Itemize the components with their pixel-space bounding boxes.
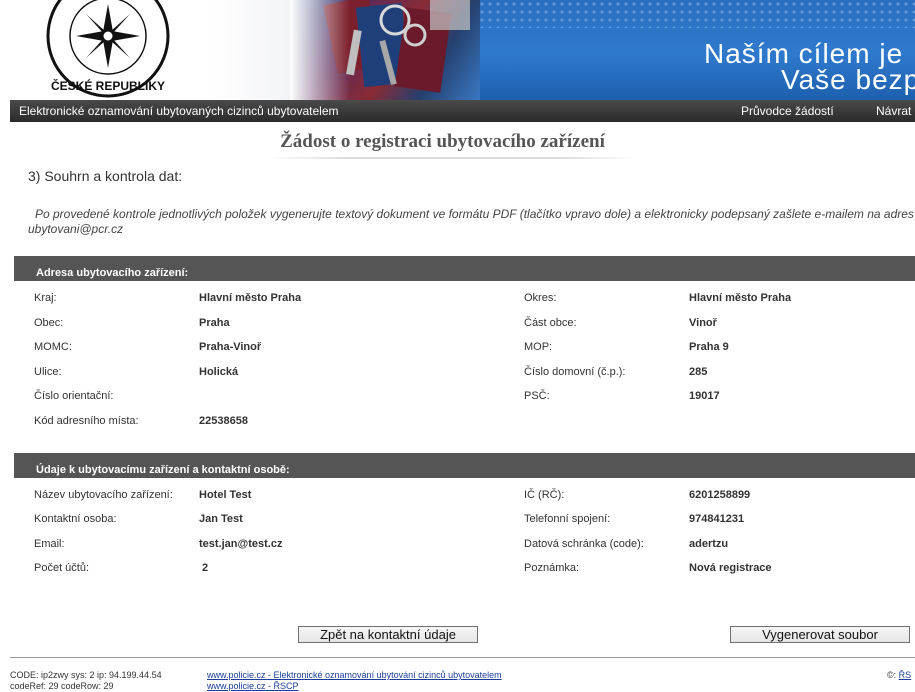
generate-file-button[interactable]: Vygenerovat soubor (730, 626, 910, 643)
footer-divider (10, 657, 915, 658)
field-value-email: test.jan@test.cz (199, 538, 283, 550)
field-label-pocet-uctu: Počet účtů: (34, 562, 90, 574)
field-value-ic: 6201258899 (689, 489, 751, 501)
copyright-prefix: ©: (887, 670, 897, 680)
field-value-kod-adresniho-mista: 22538658 (199, 415, 248, 427)
field-value-ulice: Holická (199, 366, 239, 378)
title-divider (270, 157, 638, 159)
back-to-contact-button[interactable]: Zpět na kontaktní údaje (298, 626, 478, 643)
footer-link-rscp[interactable]: www.policie.cz - ŘSCP (207, 681, 299, 691)
copyright-link[interactable]: ŘS (899, 670, 912, 680)
banner-image-fade (290, 0, 350, 100)
field-label-cast-obce: Část obce: (524, 317, 577, 329)
instructions-line1: Po provedené kontrole jednotlivých polož… (35, 207, 914, 221)
field-label-obec: Obec: (34, 317, 64, 329)
field-label-mop: MOP: (524, 341, 553, 353)
field-value-psc: 19017 (689, 390, 720, 402)
instructions-text: Po provedené kontrole jednotlivých polož… (28, 207, 915, 237)
field-value-cast-obce: Vinoř (689, 317, 717, 329)
field-label-cislo-domovni: Číslo domovní (č.p.): (524, 366, 626, 378)
field-label-telefon: Telefonní spojení: (524, 513, 611, 525)
field-label-datova-schranka: Datová schránka (code): (524, 538, 644, 550)
field-label-ic: IČ (RČ): (524, 489, 565, 501)
field-label-kontaktni-osoba: Kontaktní osoba: (34, 513, 117, 525)
field-label-kraj: Kraj: (34, 292, 57, 304)
field-value-telefon: 974841231 (689, 513, 745, 525)
contact-section-title: Údaje k ubytovacímu zařízení a kontaktní… (36, 464, 290, 476)
police-emblem-icon: ČESKÉ REPUBLIKY (46, 0, 170, 98)
banner-slogan-line2: Vaše bezp (781, 64, 915, 95)
field-value-mop: Praha 9 (689, 341, 729, 353)
field-value-okres: Hlavní město Praha (689, 292, 792, 304)
field-value-nazev-zarizeni: Hotel Test (199, 489, 252, 501)
field-label-ulice: Ulice: (34, 366, 62, 378)
field-label-email: Email: (34, 538, 65, 550)
field-value-kraj: Hlavní město Praha (199, 292, 302, 304)
field-value-momc: Praha-Vinoř (199, 341, 262, 353)
field-value-pocet-uctu: 2 (202, 562, 209, 574)
field-value-obec: Praha (199, 317, 230, 329)
field-label-momc: MOMC: (34, 341, 72, 353)
field-value-datova-schranka: adertzu (689, 538, 729, 550)
footer-debug-info: CODE: ip2zwy sys: 2 ip: 94.199.44.54 cod… (10, 670, 162, 692)
nav-guide-link[interactable]: Průvodce žádostí (741, 104, 834, 118)
field-value-kontaktni-osoba: Jan Test (199, 513, 243, 525)
emblem-text: ČESKÉ REPUBLIKY (51, 78, 165, 93)
footer-link-app[interactable]: www.policie.cz - Elektronické oznamování… (207, 670, 502, 680)
contact-section-header: Údaje k ubytovacímu zařízení a kontaktní… (14, 453, 915, 478)
site-title-link[interactable]: Elektronické oznamování ubytovaných cizi… (19, 104, 339, 118)
banner-dot-pattern (470, 0, 915, 28)
banner-passports-keys-image (290, 0, 480, 100)
field-label-kod-adresniho-mista: Kód adresního místa: (34, 415, 139, 427)
field-label-nazev-zarizeni: Název ubytovacího zařízení: (34, 489, 173, 501)
header-banner: ČESKÉ REPUBLIKY Naším cílem je Vaše bezp (0, 0, 915, 100)
field-label-poznamka: Poznámka: (524, 562, 580, 574)
field-label-okres: Okres: (524, 292, 557, 304)
field-label-psc: PSČ: (524, 390, 550, 402)
footer-copyright: ©: ŘS (887, 670, 911, 680)
footer-code-line1: CODE: ip2zwy sys: 2 ip: 94.199.44.54 (10, 670, 162, 680)
address-section-header: Adresa ubytovacího zařízení: (14, 256, 915, 281)
instructions-email: ubytovani@pcr.cz (28, 222, 124, 236)
field-value-cislo-domovni: 285 (689, 366, 708, 378)
nav-back-link[interactable]: Návrat n (876, 104, 915, 118)
top-navigation-bar: Elektronické oznamování ubytovaných cizi… (10, 100, 915, 122)
address-section-title: Adresa ubytovacího zařízení: (36, 267, 189, 279)
step-heading: 3) Souhrn a kontrola dat: (28, 168, 183, 184)
field-value-poznamka: Nová registrace (689, 562, 772, 574)
page-title: Žádost o registraci ubytovacího zařízení (280, 131, 605, 152)
field-label-cislo-orientacni: Číslo orientační: (34, 390, 114, 402)
